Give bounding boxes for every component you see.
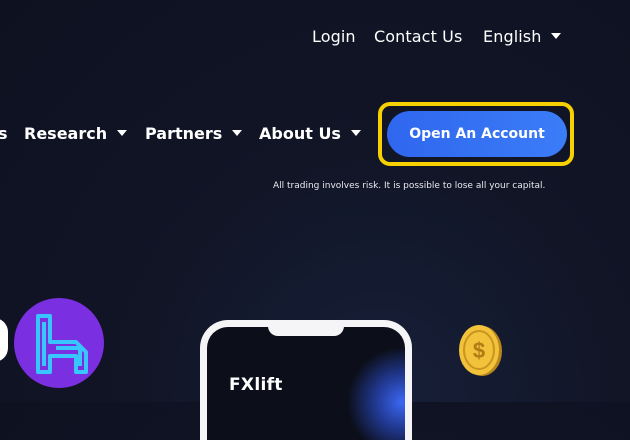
cut-off-glyph — [0, 318, 8, 362]
phone-notch — [268, 327, 344, 336]
chevron-down-icon — [117, 129, 128, 136]
phone-mockup: FXlift — [200, 320, 412, 440]
phone-brand-logo: FXlift — [229, 375, 283, 395]
nav-item-label: Partners — [145, 124, 223, 143]
nav-item-research[interactable]: Research — [24, 124, 128, 143]
chevron-down-icon — [551, 32, 562, 39]
login-link[interactable]: Login — [312, 27, 356, 46]
chevron-down-icon — [232, 129, 243, 136]
language-selector[interactable]: English — [483, 27, 562, 46]
nav-item-label: About Us — [259, 124, 341, 143]
tradingfinder-logo-icon — [14, 298, 104, 388]
nav-item-partners[interactable]: Partners — [145, 124, 243, 143]
open-account-button[interactable]: Open An Account — [387, 111, 567, 157]
phone-glow — [347, 347, 405, 440]
contact-us-link[interactable]: Contact Us — [374, 27, 462, 46]
nav-item-about-us[interactable]: About Us — [259, 124, 361, 143]
svg-text:$: $ — [473, 338, 485, 363]
chevron-down-icon — [350, 129, 361, 136]
risk-warning-text: All trading involves risk. It is possibl… — [273, 181, 546, 191]
dollar-coin-icon: $ — [459, 325, 502, 376]
nav-item-cut-off[interactable]: s — [0, 124, 8, 143]
nav-item-label: Research — [24, 124, 108, 143]
language-label: English — [483, 27, 542, 46]
logo-mark — [36, 314, 88, 374]
